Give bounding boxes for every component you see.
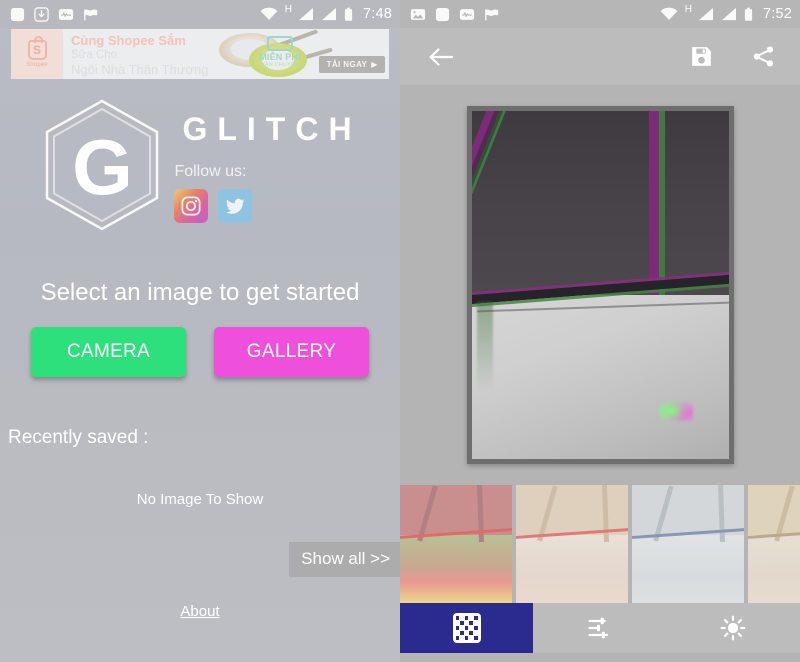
shopee-bag-icon: S [27, 36, 47, 60]
preview-beam-green-2 [659, 111, 666, 296]
activity-icon [459, 7, 475, 22]
sun-icon [720, 615, 746, 641]
sliders-icon [588, 617, 609, 639]
share-button[interactable] [744, 38, 782, 76]
ad-cta-button[interactable]: TẢI NGAY ▶ [319, 56, 385, 73]
app-branding: G GLITCH Follow us: [0, 95, 400, 235]
preview-glitch-glow [658, 398, 693, 421]
status-bar-notification-icons-right [410, 7, 660, 22]
save-icon [691, 47, 711, 66]
twitter-icon[interactable] [218, 189, 253, 223]
camera-button[interactable]: CAMERA [31, 327, 186, 377]
tab-glitch[interactable] [400, 603, 534, 653]
effect-thumbnail-3[interactable] [632, 485, 744, 603]
empty-state-text: No Image To Show [136, 491, 264, 508]
back-button[interactable] [422, 38, 460, 76]
about-row: About [0, 603, 400, 620]
image-preview-stage [400, 85, 800, 485]
truck-icon [267, 36, 293, 51]
signal-icon [298, 7, 314, 21]
preview-left-post [476, 302, 493, 393]
clock-right: 7:52 [762, 6, 792, 22]
gallery-button[interactable]: GALLERY [214, 327, 369, 377]
ad-brand-logo: S Shopee [11, 29, 63, 79]
instagram-icon[interactable] [174, 189, 209, 223]
gallery-icon [410, 7, 426, 22]
ad-badge-line-1: MIỄN PHÍ [259, 52, 301, 62]
blank-app-icon [435, 7, 450, 22]
effect-thumbnail-2[interactable] [516, 485, 628, 603]
status-bar-right: H 7:52 [400, 0, 800, 28]
left-panel-home-screen: H 7:48 S Shopee Cùng Shopee Sắm Sửa Cho … [0, 0, 400, 662]
tab-adjust[interactable] [533, 603, 666, 653]
ad-brand-letter: S [32, 43, 41, 57]
activity-icon [58, 7, 74, 22]
network-type-label-right: H [684, 4, 692, 15]
ad-free-shipping-badge: MIỄN PHÍ VẬN CHUYỂN [247, 34, 313, 70]
battery-icon [344, 7, 353, 22]
wifi-icon [260, 7, 278, 21]
checkerboard-icon [452, 613, 481, 643]
check-flag-icon [83, 7, 99, 22]
tab-brightness[interactable] [667, 603, 800, 653]
editor-bottom-tabs [400, 603, 800, 653]
app-screenshot: H 7:48 S Shopee Cùng Shopee Sắm Sửa Cho … [0, 0, 800, 662]
recently-saved-label: Recently saved : [8, 427, 149, 448]
battery-icon [744, 7, 753, 22]
follow-us-label: Follow us: [174, 163, 247, 180]
signal-icon [698, 7, 714, 21]
about-link[interactable]: About [180, 603, 219, 620]
app-title: GLITCH [182, 111, 362, 147]
edited-image-preview[interactable] [466, 106, 734, 464]
glitch-hexagon-logo: G [38, 95, 166, 235]
clock-left: 7:48 [362, 6, 392, 22]
save-button[interactable] [682, 38, 720, 76]
ad-cta-label: TẢI NGAY [326, 60, 368, 69]
ad-badge-line-2: VẬN CHUYỂN [260, 62, 300, 68]
signal-icon-2 [721, 7, 737, 21]
editor-toolbar [400, 28, 800, 85]
show-all-button[interactable]: Show all >> [289, 542, 400, 577]
preview-wall-region [471, 295, 729, 459]
status-bar-left: H 7:48 [0, 0, 400, 28]
status-bar-system-icons-right: H 7:52 [660, 4, 792, 22]
effect-thumbnail-1[interactable] [400, 485, 512, 603]
right-panel-editor-screen: H 7:52 [400, 0, 800, 662]
source-buttons: CAMERA GALLERY [0, 327, 400, 377]
download-icon [34, 6, 49, 22]
share-icon [753, 46, 773, 67]
arrow-left-icon [429, 47, 454, 66]
preview-ceiling-region [471, 111, 729, 296]
status-bar-system-icons: H 7:48 [260, 4, 392, 22]
check-flag-icon [484, 7, 500, 22]
logo-letter: G [72, 123, 133, 211]
chevron-right-icon: ▶ [371, 60, 378, 69]
status-bar-notification-icons [10, 6, 260, 22]
signal-icon-2 [321, 7, 337, 21]
show-all-row: Show all >> [0, 542, 400, 577]
brand-text-column: GLITCH Follow us: [172, 107, 361, 223]
ad-brand-name: Shopee [26, 62, 48, 68]
blank-app-icon [10, 7, 25, 22]
effect-thumbnail-4[interactable] [748, 485, 800, 603]
shopee-ad-banner[interactable]: S Shopee Cùng Shopee Sắm Sửa Cho Ngôi Nh… [11, 29, 389, 79]
page-headline: Select an image to get started [40, 279, 360, 306]
network-type-label: H [284, 4, 292, 15]
effect-thumbnail-strip[interactable] [400, 485, 800, 603]
social-links [174, 189, 253, 223]
wifi-icon [660, 7, 678, 21]
